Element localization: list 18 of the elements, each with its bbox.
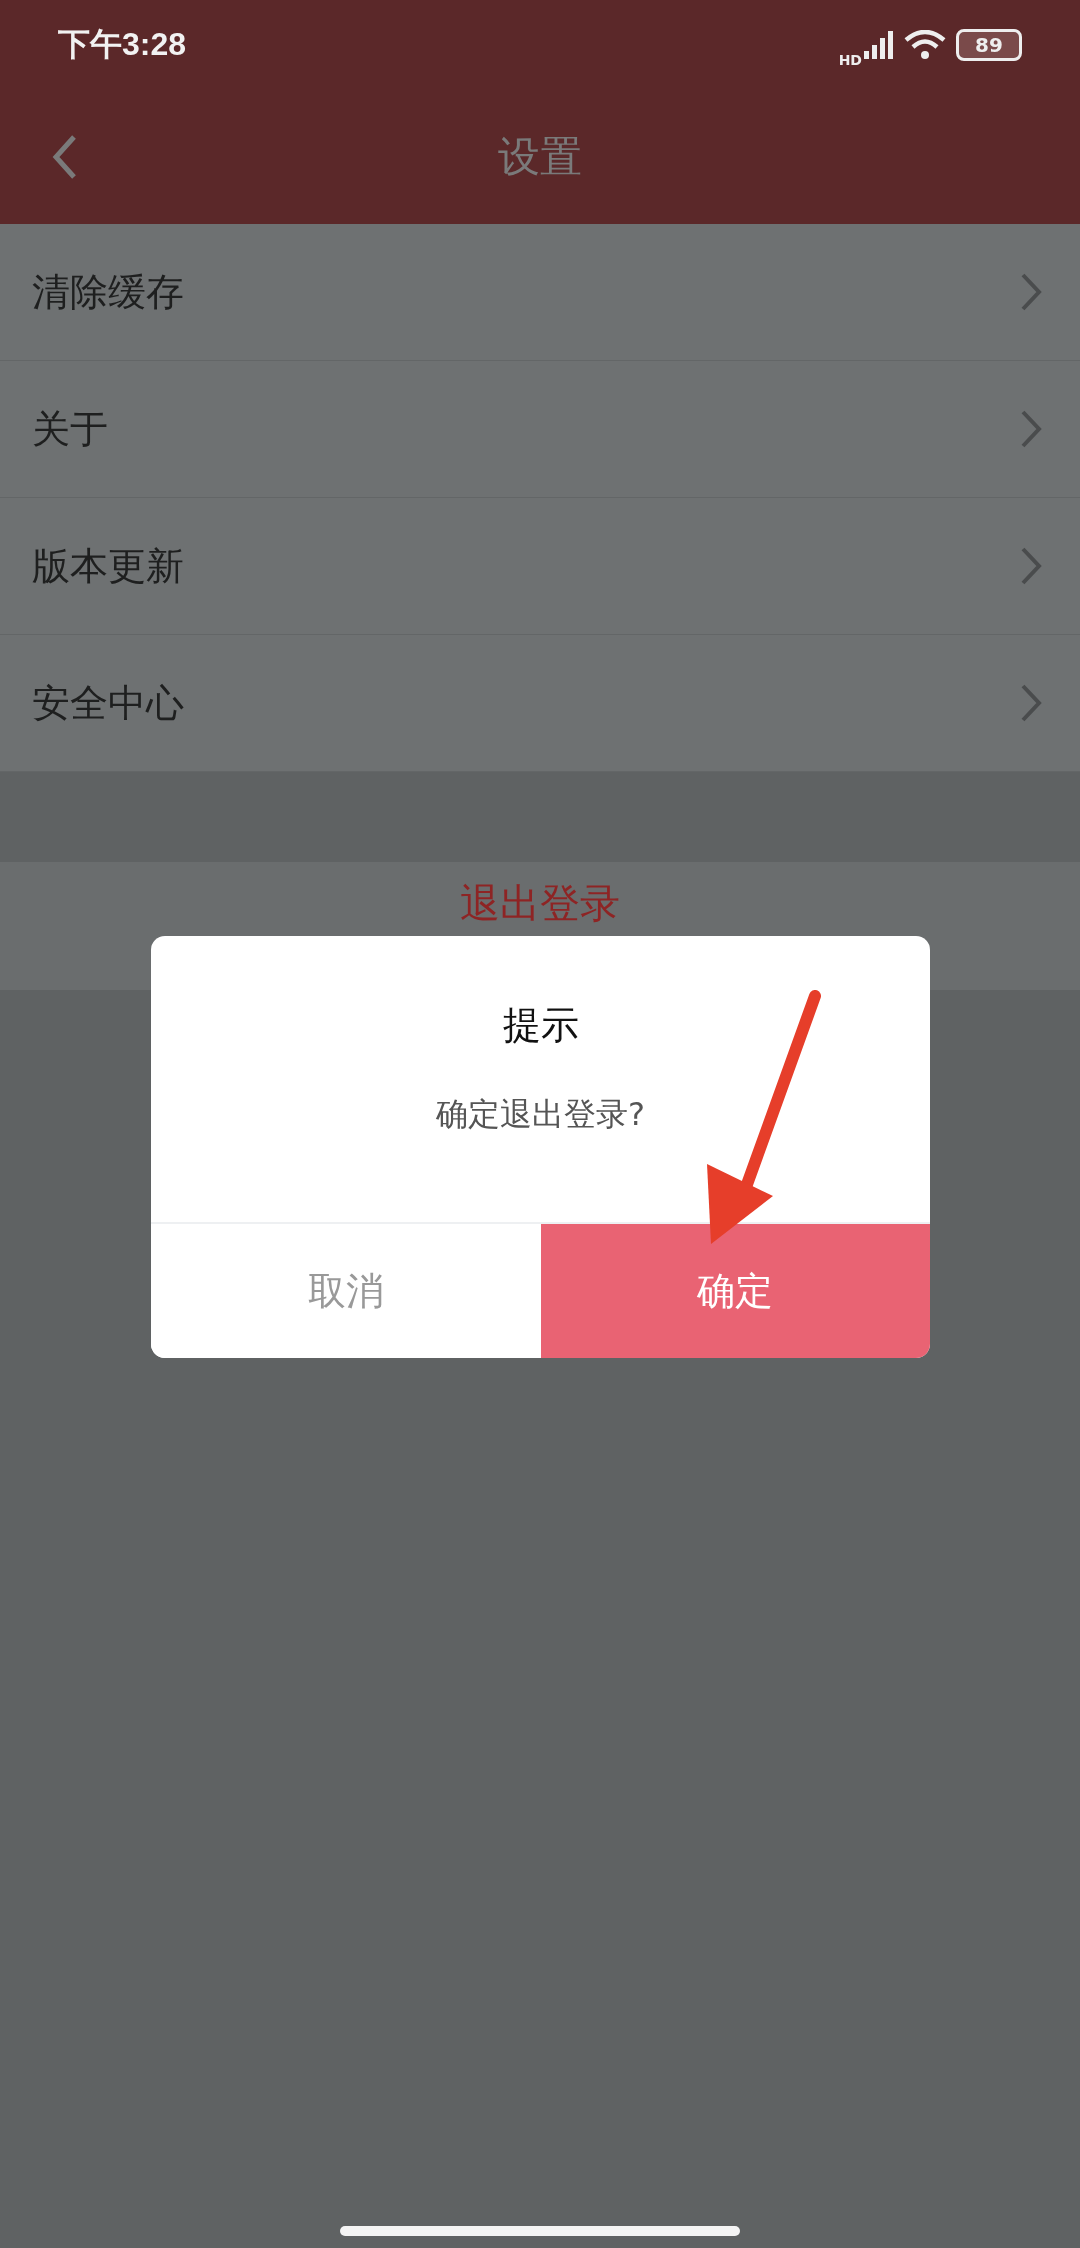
network-label: HD: [838, 52, 862, 68]
wifi-icon: [904, 30, 946, 60]
confirm-button[interactable]: 确定: [540, 1224, 930, 1358]
dialog-message: 确定退出登录?: [435, 1094, 646, 1135]
dialog-title: 提示: [501, 1002, 580, 1049]
menu-item[interactable]: 关于: [0, 361, 1080, 498]
menu-item[interactable]: 清除缓存: [0, 224, 1080, 361]
chevron-icon: [1020, 272, 1042, 312]
signal-icon: [864, 31, 894, 59]
chevron-icon: [1020, 683, 1042, 723]
chevron-icon: [1020, 409, 1042, 449]
menu-item[interactable]: 版本更新: [0, 498, 1080, 635]
status-time: 下午3:28: [58, 25, 187, 64]
chevron-icon: [1020, 546, 1042, 586]
menu-item[interactable]: 安全中心: [0, 635, 1080, 772]
back-icon[interactable]: [52, 134, 78, 180]
page-title: 设置: [498, 131, 582, 183]
battery-icon: 89: [956, 29, 1022, 61]
